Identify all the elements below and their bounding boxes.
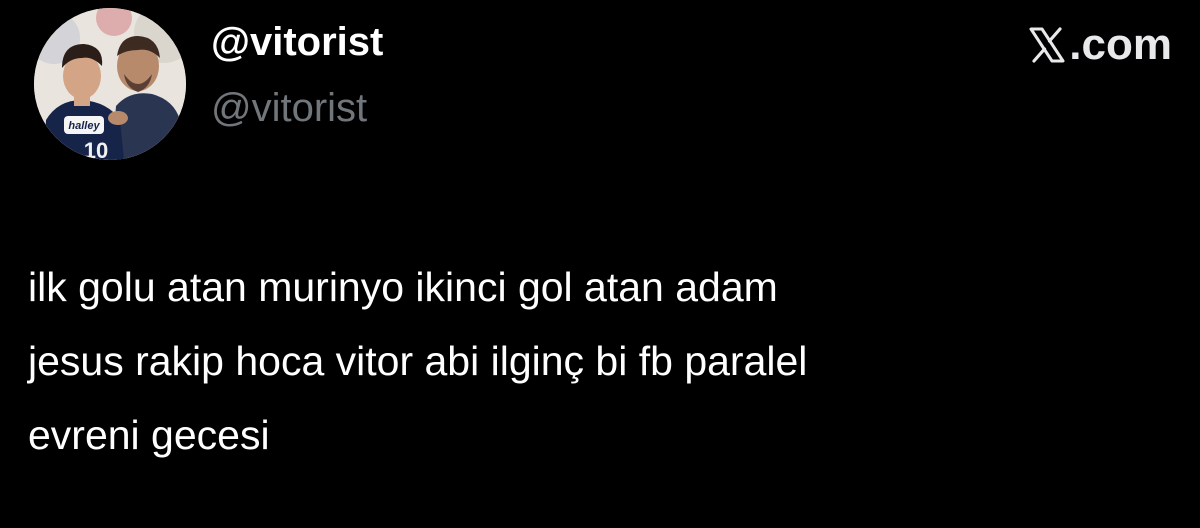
svg-text:10: 10 (84, 138, 108, 160)
brand-domain: .com (1069, 20, 1172, 69)
brand-watermark: .com (1027, 22, 1172, 68)
avatar[interactable]: halley 10 (34, 8, 186, 160)
tweet-line: evreni gecesi (28, 412, 270, 458)
user-handle[interactable]: @vitorist (211, 84, 367, 132)
svg-text:halley: halley (68, 120, 100, 132)
tweet-card: halley 10 @vitorist @vitorist .com ilk g… (0, 0, 1200, 528)
tweet-line: ilk golu atan murinyo ikinci gol atan ad… (28, 264, 778, 310)
profile-photo-icon: halley 10 (34, 8, 186, 160)
tweet-text: ilk golu atan murinyo ikinci gol atan ad… (28, 250, 1178, 472)
x-logo-icon (1029, 27, 1065, 63)
tweet-line: jesus rakip hoca vitor abi ilginç bi fb … (28, 338, 808, 384)
display-name[interactable]: @vitorist (211, 18, 383, 66)
